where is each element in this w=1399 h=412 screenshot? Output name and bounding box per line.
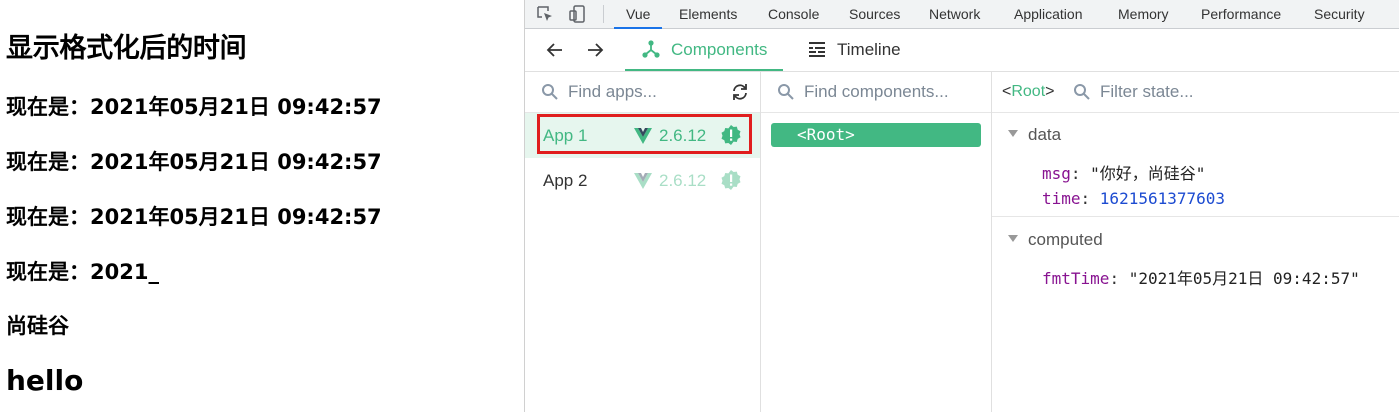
computed-prop-fmtTime[interactable]: fmtTime: "2021年05月21日 09:42:57": [1042, 268, 1360, 290]
tab-performance[interactable]: Performance: [1201, 0, 1281, 28]
components-search[interactable]: Find components...: [761, 72, 991, 113]
tab-application[interactable]: Application: [1014, 0, 1083, 28]
collapse-triangle-icon: [1008, 235, 1018, 242]
timeline-icon: [809, 42, 825, 57]
components-pane: Find components... <Root>: [761, 72, 992, 412]
apps-search[interactable]: Find apps...: [525, 72, 760, 113]
components-search-placeholder[interactable]: Find components...: [804, 72, 949, 112]
filter-state-input[interactable]: Filter state...: [1100, 72, 1194, 112]
tab-components[interactable]: Components: [625, 29, 784, 71]
tab-elements[interactable]: Elements: [679, 0, 737, 28]
msg-text: 尚硅谷: [6, 314, 69, 338]
time-line-4: 现在是：2021_: [6, 260, 159, 284]
app-name: App 1: [543, 126, 588, 145]
tab-timeline[interactable]: Timeline: [807, 29, 901, 71]
app-list-item-app1[interactable]: App 1 2.6.12: [525, 113, 760, 158]
app-version: 2.6.12: [659, 171, 707, 190]
tab-network[interactable]: Network: [929, 0, 980, 28]
apps-search-placeholder[interactable]: Find apps...: [568, 72, 657, 112]
device-toolbar-icon[interactable]: [568, 4, 588, 24]
tab-sources[interactable]: Sources: [849, 0, 900, 28]
active-tab-underline: [625, 69, 784, 71]
search-icon: [542, 84, 558, 100]
page-title: 显示格式化后的时间: [6, 33, 247, 64]
data-section-toggle[interactable]: data: [1008, 123, 1061, 147]
state-prop-msg[interactable]: msg: "你好，尚硅谷": [1042, 163, 1205, 185]
time-line-2: 现在是：2021年05月21日 09:42:57: [6, 150, 382, 174]
tab-console[interactable]: Console: [768, 0, 819, 28]
search-icon: [1074, 84, 1090, 100]
app-version: 2.6.12: [659, 126, 707, 145]
time-line-1: 现在是：2021年05月21日 09:42:57: [6, 95, 382, 119]
time-line-3: 现在是：2021年05月21日 09:42:57: [6, 205, 382, 229]
tab-memory[interactable]: Memory: [1118, 0, 1169, 28]
inspect-element-icon[interactable]: [535, 4, 555, 24]
toolbar-separator: [603, 5, 604, 23]
tab-components-label: Components: [671, 40, 768, 59]
forward-arrow-icon[interactable]: [585, 40, 605, 60]
apps-pane: Find apps... App 1 2.6.12 App 2 2.6.12: [525, 72, 761, 412]
tab-vue[interactable]: Vue: [613, 0, 663, 29]
vue-devtools-nav: Components Timeline: [525, 29, 1399, 72]
computed-section-toggle[interactable]: computed: [1008, 228, 1103, 252]
devtools-panel: Vue Elements Console Sources Network App…: [525, 0, 1399, 412]
warning-badge-icon: [721, 170, 741, 190]
devtools-tabbar: Vue Elements Console Sources Network App…: [525, 0, 1399, 29]
state-inspector-pane: <Root> Filter state... data msg: "你好，尚硅谷…: [992, 72, 1399, 412]
vue-logo-icon: [634, 173, 652, 189]
vue-logo-icon: [634, 128, 652, 144]
refresh-icon[interactable]: [730, 82, 750, 102]
collapse-triangle-icon: [1008, 130, 1018, 137]
tab-security[interactable]: Security: [1314, 0, 1365, 28]
component-tree-root[interactable]: <Root>: [771, 123, 981, 147]
section-divider: [992, 216, 1399, 217]
tab-timeline-label: Timeline: [837, 40, 901, 59]
components-tree-icon: [642, 40, 660, 58]
app-page: 显示格式化后的时间 现在是：2021年05月21日 09:42:57 现在是：2…: [0, 0, 524, 412]
app-name: App 2: [543, 171, 588, 190]
state-header: <Root> Filter state...: [992, 72, 1399, 113]
hello-heading: hello: [6, 364, 84, 397]
back-arrow-icon[interactable]: [545, 40, 565, 60]
app-list-item-app2[interactable]: App 2 2.6.12: [525, 158, 760, 203]
warning-badge-icon: [721, 125, 741, 145]
selected-component-name: <Root>: [1002, 83, 1055, 100]
search-icon: [778, 84, 794, 100]
state-prop-time[interactable]: time: 1621561377603: [1042, 188, 1225, 210]
